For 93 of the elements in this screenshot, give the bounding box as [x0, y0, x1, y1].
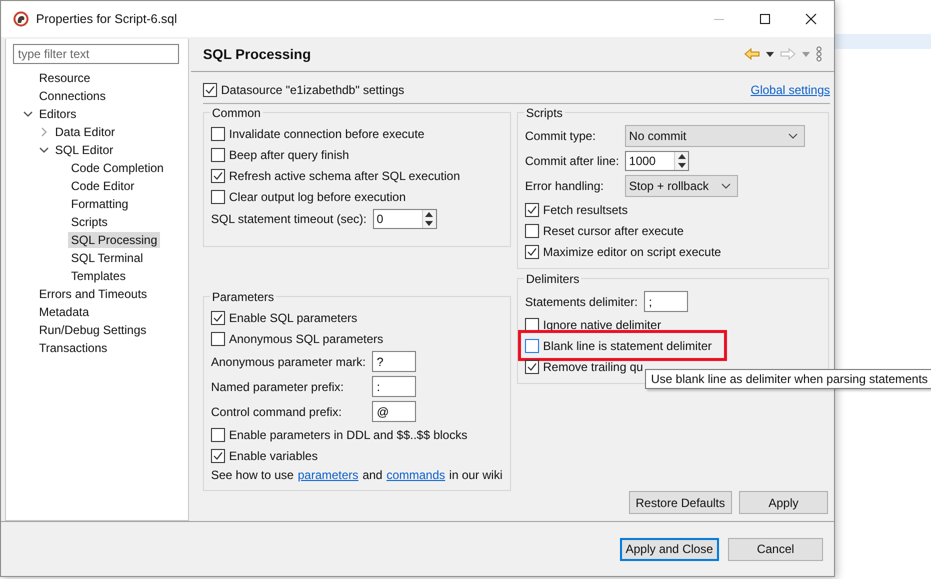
checkbox[interactable]: [525, 360, 539, 374]
dropdown[interactable]: No commit: [625, 125, 806, 147]
checkbox-label[interactable]: Beep after query finish: [229, 148, 350, 162]
group-title: Scripts: [524, 106, 565, 120]
spin-up-icon[interactable]: [425, 212, 434, 217]
link[interactable]: parameters: [298, 468, 358, 482]
checkbox-label[interactable]: Reset cursor after execute: [543, 224, 684, 238]
dialog-button[interactable]: Apply and Close: [620, 538, 719, 560]
note-text: in our wiki: [449, 468, 503, 482]
field-label: Anonymous parameter mark:: [211, 354, 366, 368]
tree-item[interactable]: SQL Editor: [52, 142, 116, 158]
tree-item[interactable]: Editors: [36, 106, 80, 122]
checkbox[interactable]: [211, 310, 225, 324]
page-button[interactable]: Apply: [739, 491, 828, 514]
tree-item[interactable]: Connections: [36, 88, 109, 104]
page-title: SQL Processing: [203, 46, 311, 62]
field-label: Control command prefix:: [211, 404, 343, 418]
checkbox[interactable]: [211, 168, 225, 182]
checkbox[interactable]: [525, 338, 539, 352]
tree-item[interactable]: Formatting: [68, 196, 132, 212]
checkbox[interactable]: [203, 83, 217, 97]
link[interactable]: commands: [386, 468, 446, 482]
tree-item[interactable]: SQL Terminal: [68, 250, 146, 266]
tooltip: Use blank line as delimiter when parsing statements: [645, 369, 931, 389]
checkbox-label[interactable]: Enable parameters in DDL and $$..$$ blocks: [229, 428, 468, 442]
checkbox-label[interactable]: Remove trailing qu: [543, 360, 644, 374]
checkbox-label[interactable]: Datasource "e1izabethdb" settings: [221, 83, 404, 97]
note-text: and: [362, 468, 382, 482]
checkbox-label[interactable]: Invalidate connection before execute: [229, 126, 424, 140]
input-field[interactable]: @: [372, 401, 416, 422]
checkbox[interactable]: [525, 244, 539, 258]
field-label: Commit type:: [525, 129, 597, 143]
tree-item[interactable]: Scripts: [68, 214, 111, 230]
checkbox-label[interactable]: Clear output log before execution: [229, 190, 406, 204]
note-text: See how to use: [211, 468, 294, 482]
spinner-field[interactable]: 0: [372, 209, 437, 229]
tree-item[interactable]: Templates: [68, 268, 129, 284]
input-field[interactable]: :: [372, 376, 416, 397]
spin-down-icon[interactable]: [425, 221, 434, 226]
checkbox[interactable]: [211, 148, 225, 162]
field-label: Error handling:: [525, 179, 605, 193]
tree-item[interactable]: Errors and Timeouts: [36, 286, 150, 302]
checkbox-label[interactable]: Blank line is statement delimiter: [543, 338, 712, 352]
window-title: Properties for Script-6.sql: [36, 12, 178, 26]
spinner-field[interactable]: 1000: [625, 151, 690, 171]
spin-up-icon[interactable]: [678, 154, 686, 159]
tree-item[interactable]: SQL Processing: [68, 232, 160, 248]
input-field[interactable]: ;: [644, 291, 688, 312]
tree-item[interactable]: Metadata: [36, 304, 92, 320]
page-button[interactable]: Restore Defaults: [628, 491, 732, 514]
checkbox[interactable]: [525, 202, 539, 216]
field-label: Named parameter prefix:: [211, 380, 345, 394]
checkbox[interactable]: [525, 318, 539, 332]
filter-field[interactable]: type filter text: [13, 44, 179, 64]
maximize-icon[interactable]: [759, 13, 771, 25]
checkbox[interactable]: [211, 448, 225, 462]
tree-item[interactable]: Resource: [36, 70, 94, 86]
dropdown[interactable]: Stop + rollback: [625, 175, 738, 197]
spin-down-icon[interactable]: [678, 163, 686, 168]
field-label: SQL statement timeout (sec):: [211, 212, 367, 226]
more-options-icon[interactable]: [816, 46, 822, 62]
checkbox[interactable]: [211, 332, 225, 346]
close-icon[interactable]: [805, 13, 817, 25]
chevron-down-icon: [720, 183, 731, 189]
chevron-down-icon: [788, 133, 798, 139]
tree-item[interactable]: Code Completion: [68, 160, 167, 176]
checkbox-label[interactable]: Enable variables: [229, 448, 318, 462]
chevron-down-icon[interactable]: [23, 109, 33, 119]
field-label: Commit after line:: [525, 154, 620, 168]
checkbox[interactable]: [211, 126, 225, 140]
group-title: Parameters: [210, 290, 276, 304]
checkbox[interactable]: [211, 428, 225, 442]
checkbox-label[interactable]: Refresh active schema after SQL execution: [229, 168, 460, 182]
tree-item[interactable]: Data Editor: [52, 124, 118, 140]
chevron-down-icon[interactable]: [39, 145, 49, 155]
checkbox-label[interactable]: Maximize editor on script execute: [543, 244, 722, 258]
input-field[interactable]: ?: [372, 351, 416, 372]
tree-item[interactable]: Code Editor: [68, 178, 138, 194]
back-arrow-icon[interactable]: [744, 48, 760, 60]
global-settings-link[interactable]: Global settings: [750, 83, 830, 97]
checkbox-label[interactable]: Enable SQL parameters: [229, 310, 358, 324]
checkbox[interactable]: [525, 224, 539, 238]
group-title: Common: [210, 106, 263, 120]
field-label: Statements delimiter:: [525, 294, 638, 308]
tree-item[interactable]: Transactions: [36, 340, 110, 356]
app-logo-icon: [13, 11, 29, 27]
checkbox-label[interactable]: Anonymous SQL parameters: [229, 332, 384, 346]
group-title: Delimiters: [524, 272, 582, 286]
checkbox-label[interactable]: Fetch resultsets: [543, 202, 628, 216]
dropdown-caret-icon[interactable]: [766, 52, 774, 56]
checkbox[interactable]: [211, 190, 225, 204]
tree-item[interactable]: Run/Debug Settings: [36, 322, 150, 338]
dialog-button[interactable]: Cancel: [728, 538, 823, 560]
